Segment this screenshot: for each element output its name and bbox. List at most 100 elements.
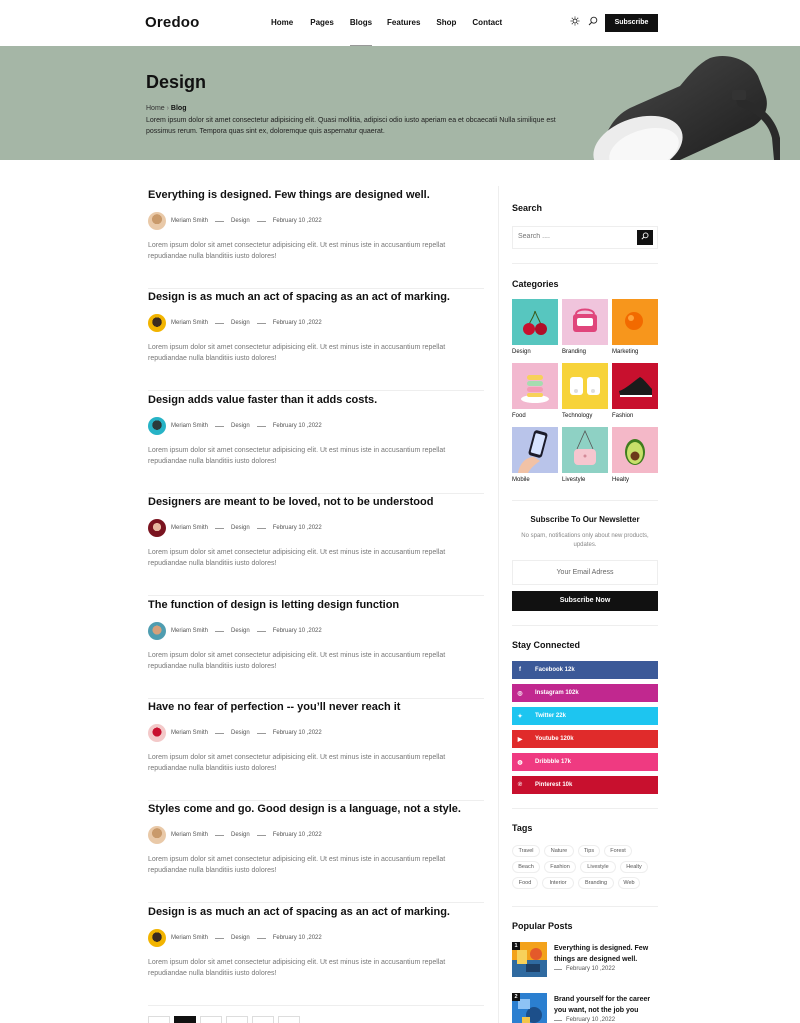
social-facebook[interactable]: f Facebook 12k [512, 661, 658, 679]
pagination-page[interactable] [252, 1016, 274, 1023]
category-fashion[interactable]: Fashion [612, 363, 658, 419]
post-author[interactable]: Meriam Smith [171, 423, 208, 429]
nav-features[interactable]: Features [387, 18, 420, 27]
nav-home[interactable]: Home [271, 18, 293, 27]
post-title[interactable]: Design adds value faster than it adds co… [148, 394, 377, 406]
nav-shop[interactable]: Shop [436, 18, 456, 27]
popular-post-title[interactable]: Everything is designed. Few things are d… [554, 943, 658, 965]
site-logo[interactable]: Oredoo [145, 14, 200, 31]
page-title: Design [146, 72, 207, 92]
popular-post-title[interactable]: Brand yourself for the career you want, … [554, 994, 658, 1016]
author-avatar[interactable] [148, 826, 166, 844]
post-author[interactable]: Meriam Smith [171, 730, 208, 736]
category-livestyle[interactable]: Livestyle [562, 427, 608, 483]
post-author[interactable]: Meriam Smith [171, 320, 208, 326]
pagination-page[interactable] [226, 1016, 248, 1023]
post-title[interactable]: Design is as much an act of spacing as a… [148, 291, 450, 303]
search-icon[interactable] [587, 16, 599, 28]
post-author[interactable]: Meriam Smith [171, 628, 208, 634]
newsletter-subscribe-button[interactable]: Subscribe Now [512, 591, 658, 611]
post-category[interactable]: Design [231, 832, 250, 838]
post-item: Styles come and go. Good design is a lan… [148, 800, 484, 903]
tag-item[interactable]: Nature [544, 845, 574, 857]
author-avatar[interactable] [148, 519, 166, 537]
pagination-next[interactable] [278, 1016, 300, 1023]
theme-toggle-icon[interactable] [569, 16, 581, 28]
post-category[interactable]: Design [231, 935, 250, 941]
post-category[interactable]: Design [231, 320, 250, 326]
post-excerpt: Lorem ipsum dolor sit amet consectetur a… [148, 959, 446, 977]
post-category[interactable]: Design [231, 525, 250, 531]
tag-item[interactable]: Healty [620, 861, 648, 873]
author-avatar[interactable] [148, 724, 166, 742]
post-category[interactable]: Design [231, 628, 250, 634]
post-meta: Meriam Smith Design February 10 ,2022 [148, 724, 322, 742]
nav-contact[interactable]: Contact [472, 18, 502, 27]
tag-item[interactable]: Branding [578, 877, 614, 889]
social-twitter[interactable]: ✦ Twitter 22k [512, 707, 658, 725]
pagination-page[interactable] [174, 1016, 196, 1023]
sidebar-search-button[interactable] [637, 230, 653, 245]
post-excerpt: Lorem ipsum dolor sit amet consectetur a… [148, 344, 446, 362]
breadcrumb-current: Blog [170, 105, 187, 112]
category-technology[interactable]: Technology [562, 363, 608, 419]
author-avatar[interactable] [148, 417, 166, 435]
tag-item[interactable]: Web [618, 877, 640, 889]
category-healty[interactable]: Healty [612, 427, 658, 483]
breadcrumb-home[interactable]: Home [146, 105, 165, 112]
post-meta: Meriam Smith Design February 10 ,2022 [148, 212, 322, 230]
category-branding[interactable]: Branding [562, 299, 608, 355]
social-instagram[interactable]: ◎ Instagram 102k [512, 684, 658, 702]
pagination-prev[interactable] [148, 1016, 170, 1023]
newsletter-email-field[interactable]: Your Email Adress [512, 560, 658, 585]
category-mobile[interactable]: Mobile [512, 427, 558, 483]
post-item: Designers are meant to be loved, not to … [148, 493, 484, 596]
category-marketing[interactable]: Marketing [612, 299, 658, 355]
category-food[interactable]: Food [512, 363, 558, 419]
social-youtube[interactable]: ▶ Youtube 120k [512, 730, 658, 748]
tag-item[interactable]: Livestyle [580, 861, 616, 873]
popular-post-rank: 1 [512, 942, 520, 950]
author-avatar[interactable] [148, 314, 166, 332]
social-dribbble[interactable]: ◍ Dribbble 17k [512, 753, 658, 771]
post-meta: Meriam Smith Design February 10 ,2022 [148, 622, 322, 640]
tag-item[interactable]: Beach [512, 861, 540, 873]
pinterest-icon: ℗ [517, 782, 523, 788]
category-label: Branding [562, 349, 587, 355]
tag-item[interactable]: Interior [542, 877, 574, 889]
post-author[interactable]: Meriam Smith [171, 935, 208, 941]
post-meta: Meriam Smith Design February 10 ,2022 [148, 314, 322, 332]
post-date: February 10 ,2022 [272, 628, 322, 634]
post-title[interactable]: Styles come and go. Good design is a lan… [148, 803, 461, 815]
tag-item[interactable]: Food [512, 877, 538, 889]
post-category[interactable]: Design [231, 730, 250, 736]
pagination-page[interactable] [200, 1016, 222, 1023]
tag-item[interactable]: Fashion [544, 861, 576, 873]
post-title[interactable]: Everything is designed. Few things are d… [148, 189, 430, 201]
popular-post-rank: 2 [512, 993, 520, 1001]
post-title[interactable]: Design is as much an act of spacing as a… [148, 906, 450, 918]
post-category[interactable]: Design [231, 423, 250, 429]
post-title[interactable]: Have no fear of perfection -- you’ll nev… [148, 701, 400, 713]
author-avatar[interactable] [148, 622, 166, 640]
post-category[interactable]: Design [231, 218, 250, 224]
tag-item[interactable]: Travel [512, 845, 540, 857]
post-author[interactable]: Meriam Smith [171, 832, 208, 838]
sidebar-search-input[interactable] [518, 233, 628, 240]
main-nav: Home Pages Blogs Features Shop Contact [271, 18, 502, 46]
widget-divider [512, 906, 658, 907]
post-title[interactable]: The function of design is letting design… [148, 599, 399, 611]
post-author[interactable]: Meriam Smith [171, 218, 208, 224]
page-hero: Design Home › Blog Lorem ipsum dolor sit… [0, 46, 800, 160]
author-avatar[interactable] [148, 212, 166, 230]
nav-blogs[interactable]: Blogs [349, 18, 373, 46]
post-author[interactable]: Meriam Smith [171, 525, 208, 531]
social-pinterest[interactable]: ℗ Pinterest 10k [512, 776, 658, 794]
subscribe-button[interactable]: Subscribe [605, 14, 658, 32]
tag-item[interactable]: Forest [604, 845, 632, 857]
nav-pages[interactable]: Pages [310, 18, 334, 27]
post-title[interactable]: Designers are meant to be loved, not to … [148, 496, 433, 508]
category-design[interactable]: Design [512, 299, 558, 355]
author-avatar[interactable] [148, 929, 166, 947]
tag-item[interactable]: Tips [578, 845, 600, 857]
